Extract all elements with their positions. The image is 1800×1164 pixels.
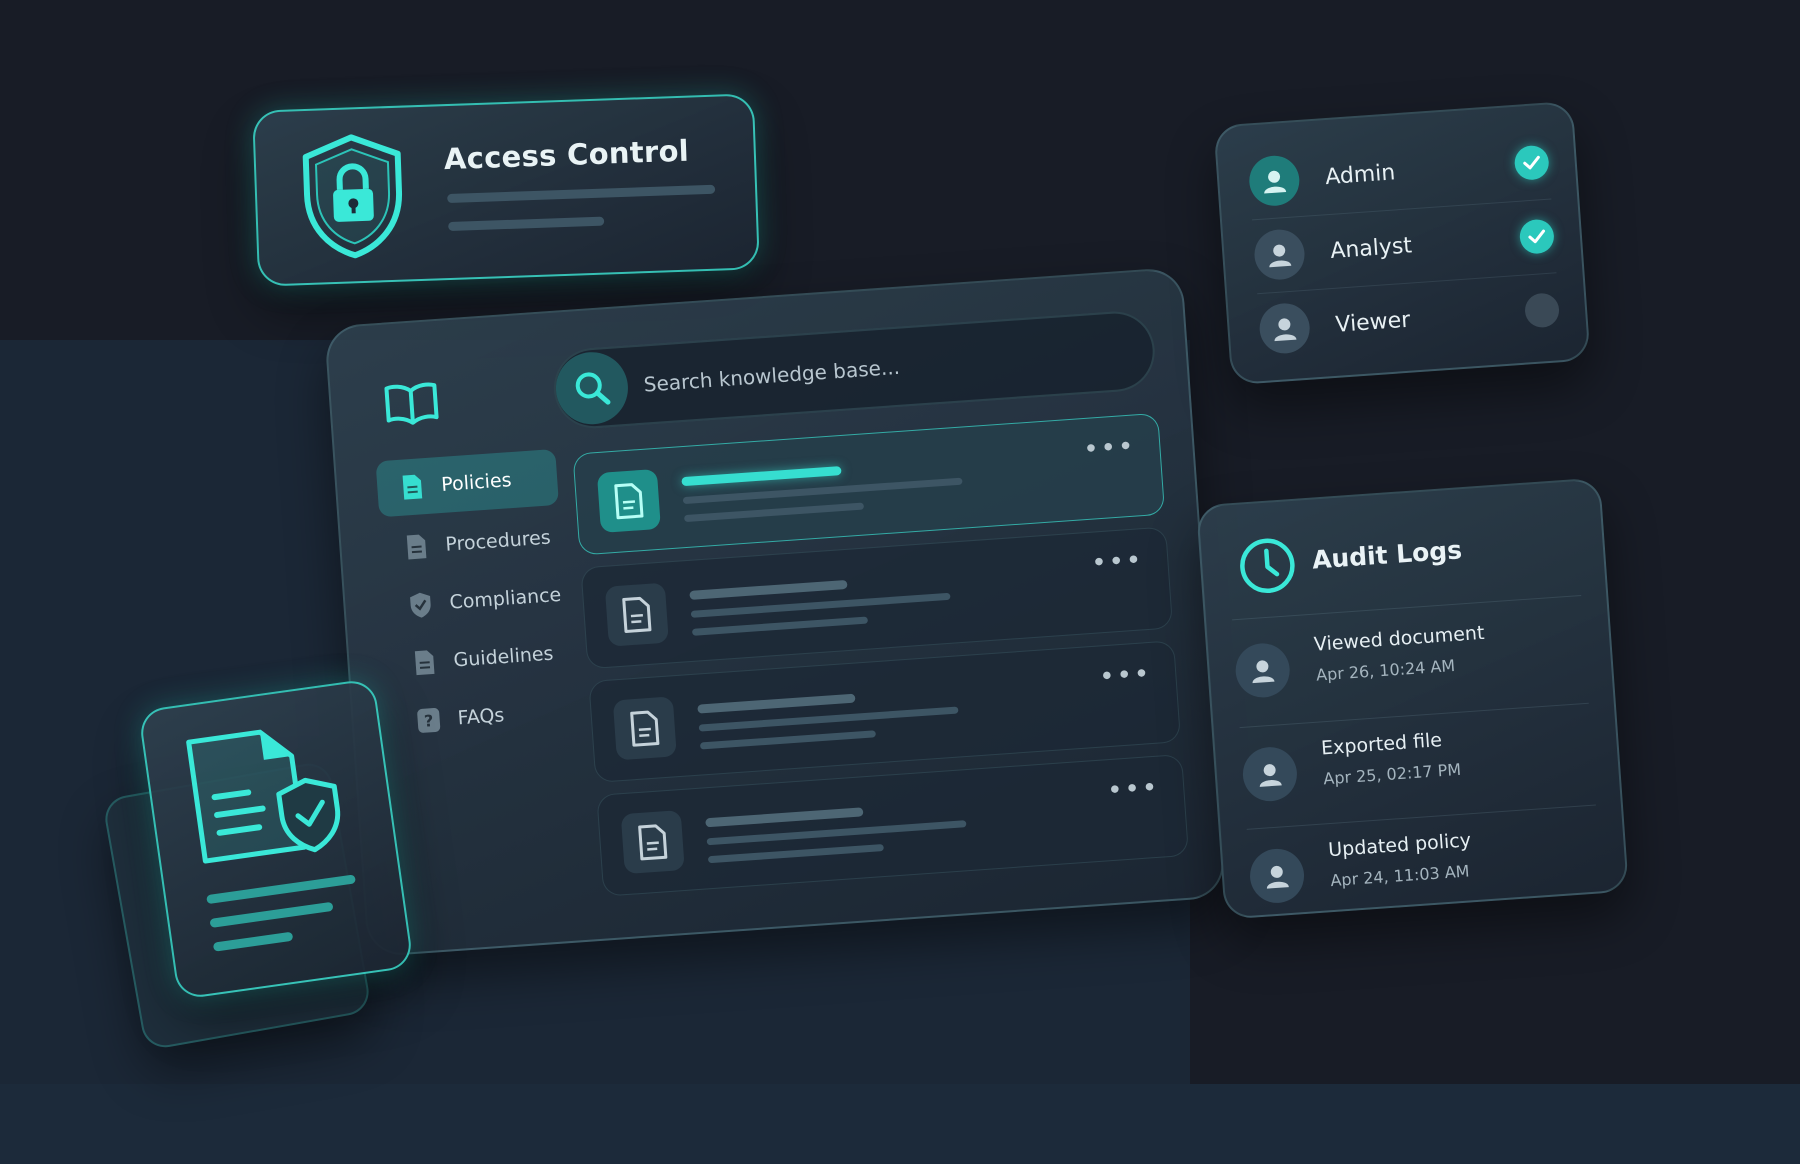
placeholder-bar <box>206 874 356 905</box>
avatar <box>1248 847 1306 905</box>
checkbox-checked[interactable] <box>1518 218 1556 255</box>
sidebar-item-label: Compliance <box>448 583 562 614</box>
audit-timestamp: Apr 24, 11:03 AM <box>1329 861 1471 891</box>
sidebar-item-guidelines[interactable]: Guidelines <box>388 625 571 693</box>
placeholder-bar <box>707 844 884 864</box>
sidebar-item-faqs[interactable]: ? FAQs <box>392 682 575 750</box>
sidebar-item-label: FAQs <box>456 704 506 730</box>
document-icon <box>620 810 685 875</box>
background-bottom <box>0 1084 1800 1164</box>
placeholder-bar <box>705 807 864 828</box>
placeholder-bar <box>209 901 334 928</box>
sidebar-item-procedures[interactable]: Procedures <box>380 509 563 577</box>
placeholder-bar <box>448 216 605 232</box>
placeholder-bar <box>447 184 716 204</box>
audit-timestamp: Apr 25, 02:17 PM <box>1322 759 1462 789</box>
search-input[interactable]: Search knowledge base... <box>551 308 1158 431</box>
avatar <box>1257 301 1312 356</box>
more-options-icon[interactable]: ••• <box>1090 545 1144 579</box>
shield-check-icon <box>405 590 437 620</box>
book-icon <box>384 382 439 425</box>
checkbox-checked[interactable] <box>1513 144 1550 181</box>
document-icon <box>596 468 661 533</box>
placeholder-bar <box>689 579 848 600</box>
audit-event: Exported file <box>1320 729 1443 760</box>
role-name: Admin <box>1324 159 1397 190</box>
more-options-icon[interactable]: ••• <box>1098 659 1152 693</box>
roles-card: Admin Analyst Viewer <box>1213 100 1591 386</box>
content-panel: Search knowledge base... ••• ••• ••• ••• <box>542 290 1207 927</box>
placeholder-bar <box>212 931 294 952</box>
placeholder-bar <box>699 730 876 750</box>
audit-event: Viewed document <box>1313 621 1486 656</box>
search-icon[interactable] <box>553 349 631 427</box>
sidebar-item-label: Procedures <box>444 526 552 556</box>
sidebar-item-compliance[interactable]: Compliance <box>384 567 567 635</box>
avatar <box>1247 154 1302 208</box>
placeholder-bar <box>684 502 865 523</box>
audit-logs-card: Audit Logs Viewed document Apr 26, 10:24… <box>1196 477 1629 920</box>
role-name: Viewer <box>1334 307 1412 338</box>
role-name: Analyst <box>1329 232 1413 264</box>
checkbox-unchecked[interactable] <box>1523 292 1561 329</box>
placeholder-bar <box>697 693 856 714</box>
audit-log-entry[interactable]: Exported file Apr 25, 02:17 PM <box>1240 711 1596 827</box>
sidebar-item-policies[interactable]: Policies <box>375 448 559 518</box>
sidebar-item-label: Policies <box>440 469 513 496</box>
secure-document-card <box>137 677 415 1001</box>
document-icon <box>409 648 441 678</box>
document-icon <box>604 582 669 647</box>
avatar <box>1233 641 1292 700</box>
sidebar-item-label: Guidelines <box>452 642 555 672</box>
document-icon <box>396 472 428 502</box>
audit-logs-title: Audit Logs <box>1311 535 1463 575</box>
audit-event: Updated policy <box>1327 829 1472 862</box>
svg-text:?: ? <box>423 711 434 731</box>
document-icon <box>612 696 677 761</box>
avatar <box>1252 227 1307 282</box>
document-icon <box>401 532 433 562</box>
placeholder-bar <box>691 616 869 636</box>
question-icon: ? <box>413 706 445 734</box>
avatar <box>1241 745 1299 803</box>
clock-icon <box>1240 538 1295 594</box>
audit-timestamp: Apr 26, 10:24 AM <box>1315 655 1456 685</box>
access-control-card[interactable]: Access Control <box>252 93 760 287</box>
more-options-icon[interactable]: ••• <box>1106 773 1160 807</box>
access-control-title: Access Control <box>443 133 690 177</box>
placeholder-bar <box>681 466 842 487</box>
shield-lock-icon <box>302 134 402 259</box>
search-placeholder: Search knowledge base... <box>642 354 901 397</box>
more-options-icon[interactable]: ••• <box>1082 431 1136 465</box>
secure-document-icon <box>186 729 341 864</box>
knowledge-base-window: Policies Procedures Compliance Guideline… <box>324 266 1226 958</box>
